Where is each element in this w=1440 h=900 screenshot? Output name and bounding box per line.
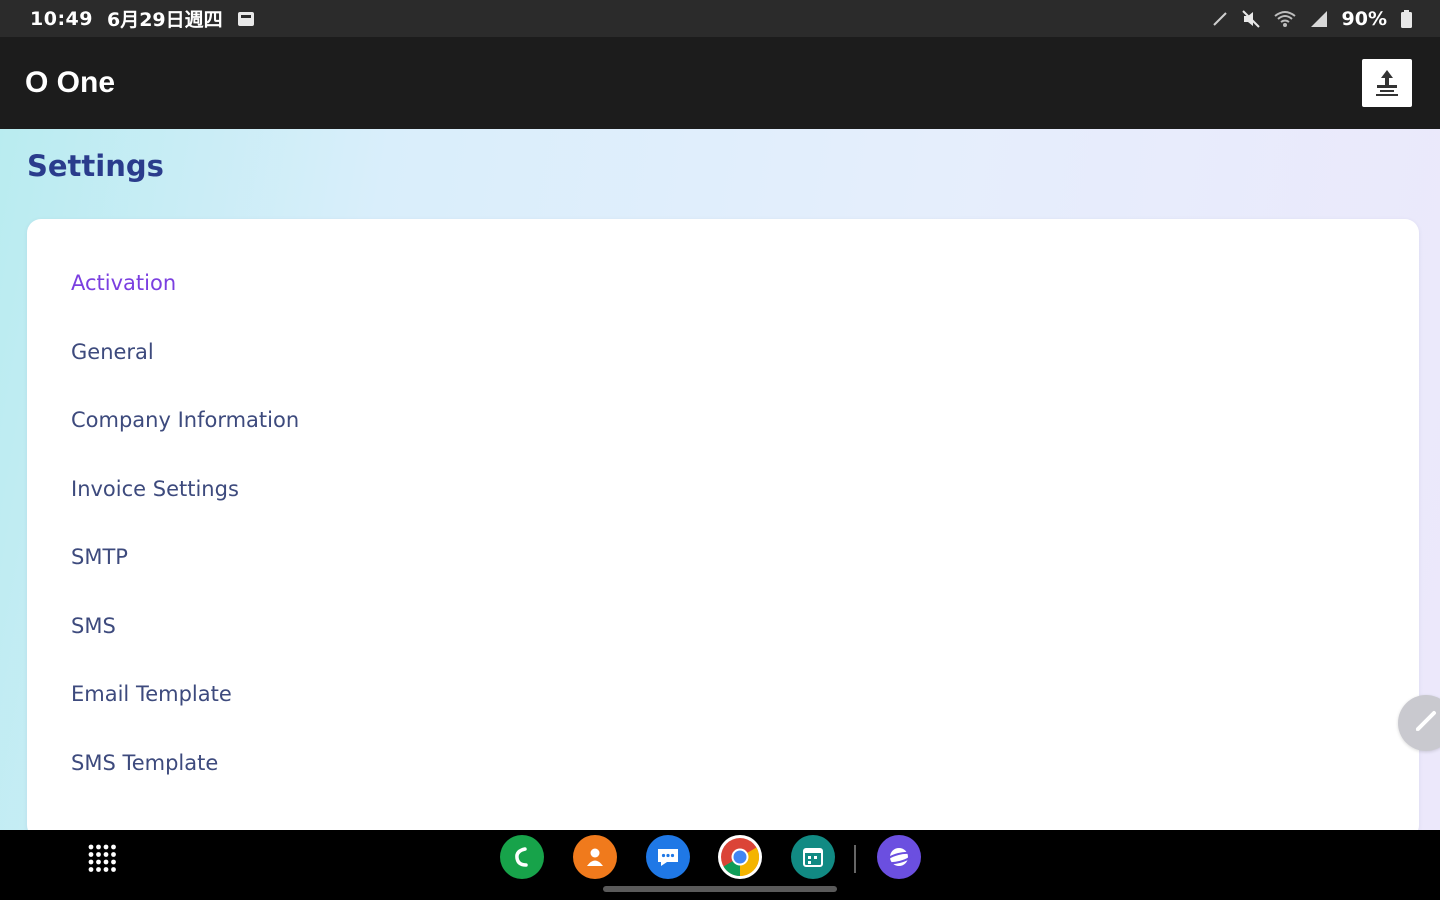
taskbar: [0, 830, 1440, 900]
settings-item-sms[interactable]: SMS: [71, 592, 299, 661]
signal-icon: [1310, 10, 1328, 28]
chrome-app-icon[interactable]: [718, 835, 762, 879]
status-time: 10:49: [30, 7, 93, 30]
contacts-app-icon[interactable]: [573, 835, 617, 879]
status-right: 90%: [1212, 8, 1412, 30]
internet-app-icon[interactable]: [877, 835, 921, 879]
page-title: Settings: [27, 149, 164, 183]
settings-item-general[interactable]: General: [71, 318, 299, 387]
status-bar: 10:49 6月29日週四 90%: [0, 0, 1440, 37]
status-date: 6月29日週四: [106, 9, 223, 31]
notification-card-icon: [237, 11, 255, 27]
mute-icon: [1241, 9, 1260, 28]
main-content: Settings Activation General Company Info…: [0, 129, 1440, 830]
wifi-icon: [1273, 10, 1296, 28]
battery-icon: [1401, 9, 1412, 28]
app-bar: O One: [0, 37, 1440, 129]
settings-item-company-information[interactable]: Company Information: [71, 386, 299, 455]
settings-item-email-template[interactable]: Email Template: [71, 660, 299, 729]
status-left: 10:49 6月29日週四: [30, 5, 255, 32]
home-indicator[interactable]: [603, 886, 837, 892]
settings-item-invoice-settings[interactable]: Invoice Settings: [71, 455, 299, 524]
settings-item-smtp[interactable]: SMTP: [71, 523, 299, 592]
app-title: O One: [25, 66, 116, 99]
calendar-app-icon[interactable]: [791, 835, 835, 879]
battery-percent: 90%: [1341, 7, 1387, 30]
settings-list: Activation General Company Information I…: [71, 249, 299, 797]
pen-icon: [1212, 11, 1228, 27]
company-logo-icon[interactable]: [1362, 59, 1412, 107]
pencil-icon: [1413, 708, 1439, 738]
settings-card: Activation General Company Information I…: [27, 219, 1419, 830]
phone-app-icon[interactable]: [500, 835, 544, 879]
apps-grid-icon[interactable]: [88, 844, 116, 872]
settings-item-sms-template[interactable]: SMS Template: [71, 729, 299, 798]
messages-app-icon[interactable]: [646, 835, 690, 879]
settings-item-activation[interactable]: Activation: [71, 249, 299, 318]
dock-divider: [854, 845, 856, 873]
